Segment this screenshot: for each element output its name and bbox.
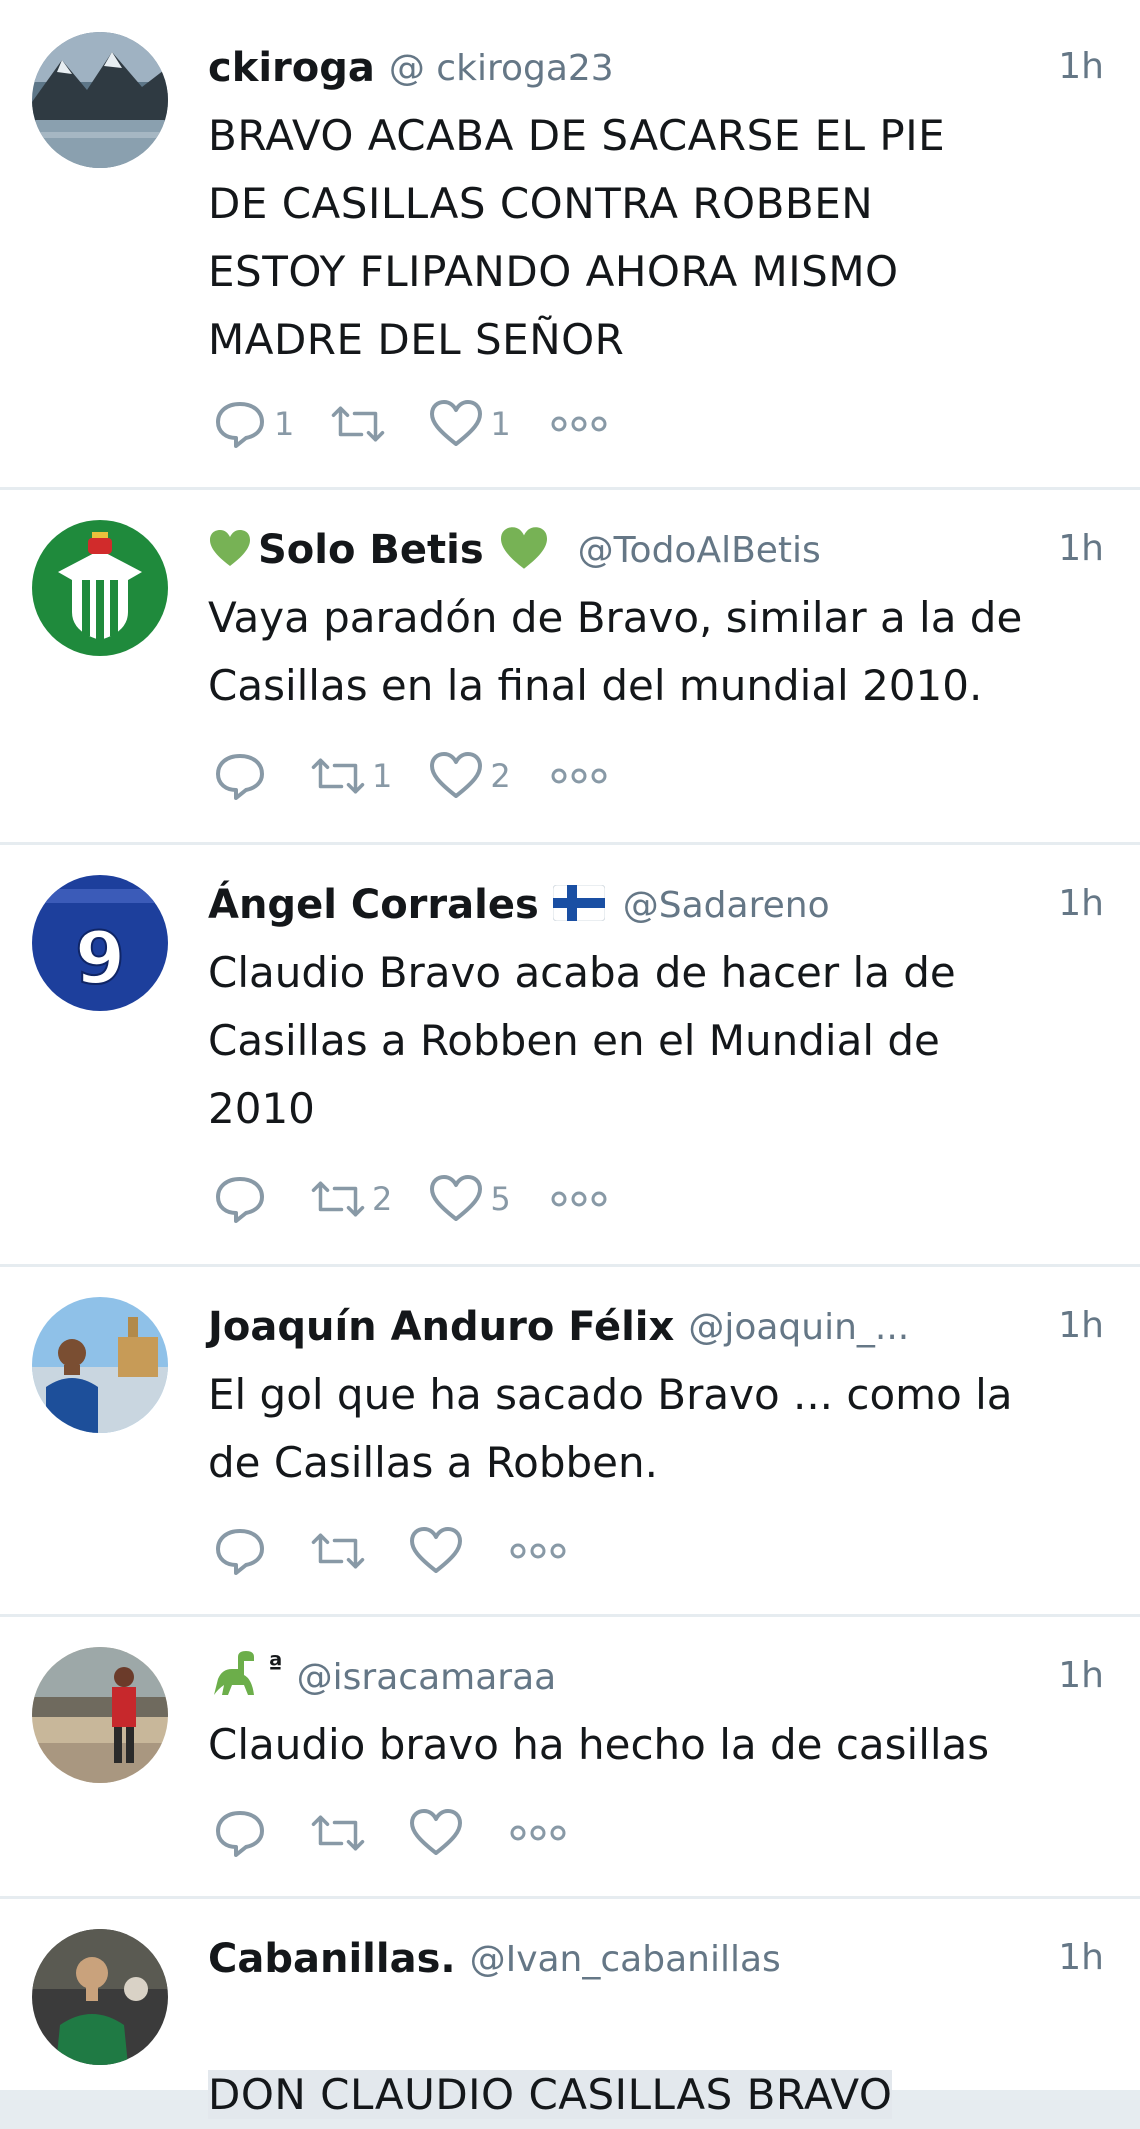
selected-text: DON CLAUDIO CASILLAS BRAVO	[208, 2070, 893, 2119]
user-handle[interactable]: @Ivan_cabanillas	[470, 1939, 781, 1980]
reply-button[interactable]: 1	[212, 398, 294, 450]
dinosaur-emoji	[208, 1649, 260, 1705]
like-count: 5	[490, 1180, 511, 1218]
reply-count: 1	[274, 405, 295, 443]
user-handle[interactable]: @joaquin_...	[688, 1307, 909, 1348]
finland-flag-emoji	[552, 884, 606, 925]
retweet-count: 1	[372, 757, 393, 795]
avatar[interactable]	[32, 1929, 168, 2065]
person-red-shirt-photo	[32, 1647, 168, 1783]
reply-icon	[216, 754, 264, 800]
green-heart-emoji	[208, 528, 252, 572]
reply-button[interactable]	[212, 750, 274, 802]
tweet[interactable]: Joaquín Anduro Félix @joaquin_... 1h El …	[0, 1267, 1140, 1617]
retweet-icon	[311, 758, 365, 794]
tweet-text: DON CLAUDIO CASILLAS BRAVO	[208, 1993, 1120, 2129]
user-handle[interactable]: @isracamaraa	[297, 1657, 557, 1698]
like-button[interactable]: 5	[428, 1173, 511, 1225]
more-icon	[551, 768, 607, 784]
display-name[interactable]: Ángel Corrales	[208, 882, 539, 928]
green-heart-emoji	[498, 525, 550, 575]
retweet-icon	[311, 1815, 365, 1851]
display-name[interactable]: Cabanillas.	[208, 1936, 456, 1982]
retweet-button[interactable]: 1	[310, 750, 392, 802]
timestamp[interactable]: 1h	[1058, 1655, 1104, 1696]
real-betis-crest	[32, 520, 168, 656]
more-button[interactable]	[506, 1821, 576, 1845]
tweet-text: Claudio bravo ha hecho la de casillas	[208, 1720, 990, 1769]
heart-icon	[410, 1809, 462, 1855]
more-icon	[510, 1543, 566, 1559]
person-green-shirt-photo	[32, 1929, 168, 2065]
like-button[interactable]	[408, 1807, 470, 1859]
tweet[interactable]: 9 Ángel Corrales @Sadareno 1h Claudio Br…	[0, 845, 1140, 1267]
more-icon	[510, 1825, 566, 1841]
retweet-button[interactable]	[330, 398, 392, 450]
display-name[interactable]: Solo Betis	[258, 527, 484, 573]
user-handle[interactable]: @Sadareno	[623, 885, 830, 926]
more-icon	[551, 1191, 607, 1207]
tweet[interactable]: Cabanillas. @Ivan_cabanillas 1h DON CLAU…	[0, 1899, 1140, 2119]
more-button[interactable]	[547, 412, 617, 436]
tweet-text: El gol que ha sacado Bravo ... como la d…	[208, 1370, 1013, 1487]
avatar-number: 9	[75, 916, 125, 1000]
tweet[interactable]: ckiroga @ ckiroga23 1h BRAVO ACABA DE SA…	[0, 0, 1140, 490]
more-button[interactable]	[506, 1539, 576, 1563]
heart-icon	[410, 1527, 462, 1573]
display-name[interactable]: ª	[268, 1651, 283, 1681]
like-button[interactable]	[408, 1525, 470, 1577]
reply-icon	[216, 1529, 264, 1575]
heart-icon	[430, 400, 483, 446]
timestamp[interactable]: 1h	[1058, 1305, 1104, 1346]
avatar[interactable]: 9	[32, 875, 168, 1011]
reply-icon	[216, 402, 264, 448]
tweet[interactable]: ª @isracamaraa 1h Claudio bravo ha hecho…	[0, 1617, 1140, 1899]
tweet[interactable]: Solo Betis @TodoAlBetis 1h Vaya paradón …	[0, 490, 1140, 845]
reply-button[interactable]	[212, 1807, 274, 1859]
reply-icon	[216, 1177, 264, 1223]
tweet-text: Claudio Bravo acaba de hacer la de Casil…	[208, 948, 956, 1133]
person-in-city-photo	[32, 1297, 168, 1433]
display-name[interactable]: Joaquín Anduro Félix	[208, 1304, 674, 1350]
timestamp[interactable]: 1h	[1058, 883, 1104, 924]
user-handle[interactable]: @TodoAlBetis	[578, 530, 821, 571]
avatar[interactable]	[32, 32, 168, 168]
like-button[interactable]: 1	[428, 398, 511, 450]
more-button[interactable]	[547, 1187, 617, 1211]
timestamp[interactable]: 1h	[1058, 46, 1104, 87]
avatar[interactable]	[32, 1647, 168, 1783]
reply-button[interactable]	[212, 1525, 274, 1577]
like-count: 1	[490, 405, 511, 443]
timestamp[interactable]: 1h	[1058, 528, 1104, 569]
reply-button[interactable]	[212, 1173, 274, 1225]
user-handle[interactable]: @ ckiroga23	[389, 48, 614, 89]
retweet-button[interactable]	[310, 1525, 372, 1577]
retweet-button[interactable]	[310, 1807, 372, 1859]
retweet-icon	[311, 1533, 365, 1569]
like-button[interactable]: 2	[428, 750, 511, 802]
blue-jersey-number-9: 9	[32, 875, 168, 1011]
heart-icon	[430, 1175, 483, 1221]
display-name[interactable]: ckiroga	[208, 45, 375, 91]
more-button[interactable]	[547, 764, 617, 788]
retweet-button[interactable]: 2	[310, 1173, 392, 1225]
retweet-icon	[311, 1181, 365, 1217]
tweet-text: Vaya paradón de Bravo, similar a la de C…	[208, 593, 1023, 710]
avatar[interactable]	[32, 1297, 168, 1433]
more-icon	[551, 416, 607, 432]
retweet-count: 2	[372, 1180, 393, 1218]
timestamp[interactable]: 1h	[1058, 1937, 1104, 1978]
retweet-icon	[332, 406, 385, 442]
mountain-lake-photo	[32, 32, 168, 168]
timeline: ckiroga @ ckiroga23 1h BRAVO ACABA DE SA…	[0, 0, 1140, 2119]
tweet-text: BRAVO ACABA DE SACARSE EL PIE DE CASILLA…	[208, 111, 946, 364]
reply-icon	[216, 1811, 264, 1857]
avatar[interactable]	[32, 520, 168, 656]
like-count: 2	[490, 757, 511, 795]
heart-icon	[430, 752, 483, 798]
